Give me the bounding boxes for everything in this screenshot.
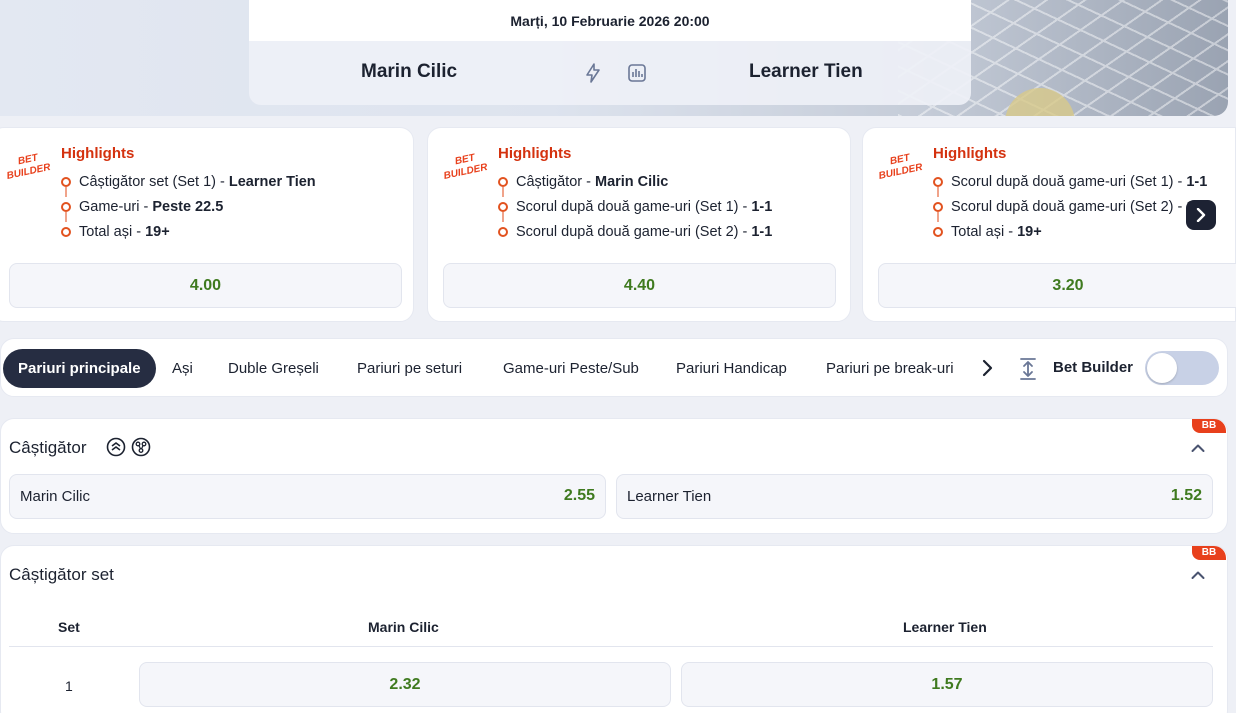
selection-item: Scorul după două game-uri (Set 1) - 1-1 [498, 197, 772, 222]
selection-item: Scorul după două game-uri (Set 1) - 1-1 [933, 172, 1207, 197]
match-scorecard: Marți, 10 Februarie 2026 20:00 Marin Cil… [249, 0, 971, 105]
stats-icon[interactable] [627, 63, 647, 83]
outcome-button-away[interactable]: Learner Tien 1.52 [616, 474, 1213, 519]
highlight-card: BET BUILDER Highlights Scorul după două g… [862, 127, 1236, 322]
bet-builder-logo-icon: BETBUILDER [443, 152, 490, 182]
cash-out-icon [106, 437, 126, 457]
tab-asi[interactable]: Ași [172, 349, 193, 388]
outcome-name: Learner Tien [627, 488, 712, 505]
set-odds-button-home[interactable]: 2.32 [139, 662, 671, 707]
selection-list: Câștigător - Marin Cilic Scorul după dou… [498, 172, 772, 247]
lightning-icon[interactable] [583, 63, 603, 83]
selection-item: Total ași - 19+ [933, 222, 1207, 247]
market-title: Câștigător [9, 438, 87, 457]
tab-duble-greseli[interactable]: Duble Greșeli [228, 349, 319, 388]
set-odds-button-away[interactable]: 1.57 [681, 662, 1213, 707]
selection-item: Scorul după două game-uri (Set 2) - 1-1 [933, 197, 1207, 222]
market-castigator: BB Câștigător Marin Cilic 2.55 Learner T… [0, 418, 1228, 534]
bet-builder-logo-icon: BETBUILDER [6, 152, 53, 182]
chevron-up-icon[interactable] [1191, 443, 1205, 453]
highlights-title: Highlights [933, 145, 1007, 162]
selection-list: Câștigător set (Set 1) - Learner Tien Ga… [61, 172, 316, 247]
set-number: 1 [65, 678, 73, 694]
highlight-odds-button[interactable]: 4.40 [443, 263, 836, 308]
bet-builder-badge: BB [1192, 419, 1226, 433]
bet-builder-badge: BB [1192, 546, 1226, 560]
bet-builder-market-icon [131, 437, 151, 457]
home-player-name: Marin Cilic [361, 61, 458, 82]
column-header-home: Marin Cilic [368, 619, 439, 635]
table-divider [9, 646, 1213, 647]
tabs-scroll-right-icon[interactable] [980, 359, 996, 377]
expand-vertical-icon [1020, 358, 1036, 380]
tab-game-uri-peste-sub[interactable]: Game-uri Peste/Sub [503, 349, 639, 388]
bet-builder-label: Bet Builder [1053, 359, 1134, 376]
selection-item: Total ași - 19+ [61, 222, 316, 247]
outcome-odds: 2.55 [563, 487, 595, 504]
highlight-card: BET BUILDER Highlights Câștigător set (Se… [0, 127, 414, 322]
bet-builder-toggle[interactable] [1145, 351, 1219, 385]
selection-item: Scorul după două game-uri (Set 2) - 1-1 [498, 222, 772, 247]
away-player-name: Learner Tien [749, 61, 863, 82]
tab-pariuri-principale[interactable]: Pariuri principale [3, 349, 156, 388]
tab-pariuri-pe-seturi[interactable]: Pariuri pe seturi [357, 349, 462, 388]
market-castigator-set: BB Câștigător set Set Marin Cilic Learne… [0, 545, 1228, 713]
outcome-name: Marin Cilic [20, 488, 91, 505]
carousel-next-button[interactable] [1186, 200, 1216, 230]
highlights-title: Highlights [61, 145, 135, 162]
column-header-set: Set [58, 619, 80, 635]
outcome-odds: 1.52 [1170, 487, 1202, 504]
market-tabs-bar: Pariuri principale Ași Duble Greșeli Par… [0, 338, 1228, 397]
toggle-knob [1147, 353, 1177, 383]
chevron-up-icon[interactable] [1191, 570, 1205, 580]
column-header-away: Learner Tien [903, 619, 987, 635]
highlight-card: BET BUILDER Highlights Câștigător - Marin… [427, 127, 851, 322]
selection-item: Game-uri - Peste 22.5 [61, 197, 316, 222]
outcome-button-home[interactable]: Marin Cilic 2.55 [9, 474, 606, 519]
market-title: Câștigător set [9, 565, 114, 584]
selection-item: Câștigător - Marin Cilic [498, 172, 772, 197]
highlight-odds-button[interactable]: 4.00 [9, 263, 402, 308]
highlights-title: Highlights [498, 145, 572, 162]
match-datetime: Marți, 10 Februarie 2026 20:00 [249, 0, 971, 41]
bet-builder-logo-icon: BETBUILDER [878, 152, 925, 182]
tab-pariuri-pe-break-uri[interactable]: Pariuri pe break-uri [826, 349, 954, 388]
highlight-odds-button[interactable]: 3.20 [878, 263, 1236, 308]
selection-item: Câștigător set (Set 1) - Learner Tien [61, 172, 316, 197]
selection-list: Scorul după două game-uri (Set 1) - 1-1 … [933, 172, 1207, 247]
chevron-right-icon [1196, 208, 1206, 222]
tab-pariuri-handicap[interactable]: Pariuri Handicap [676, 349, 787, 388]
